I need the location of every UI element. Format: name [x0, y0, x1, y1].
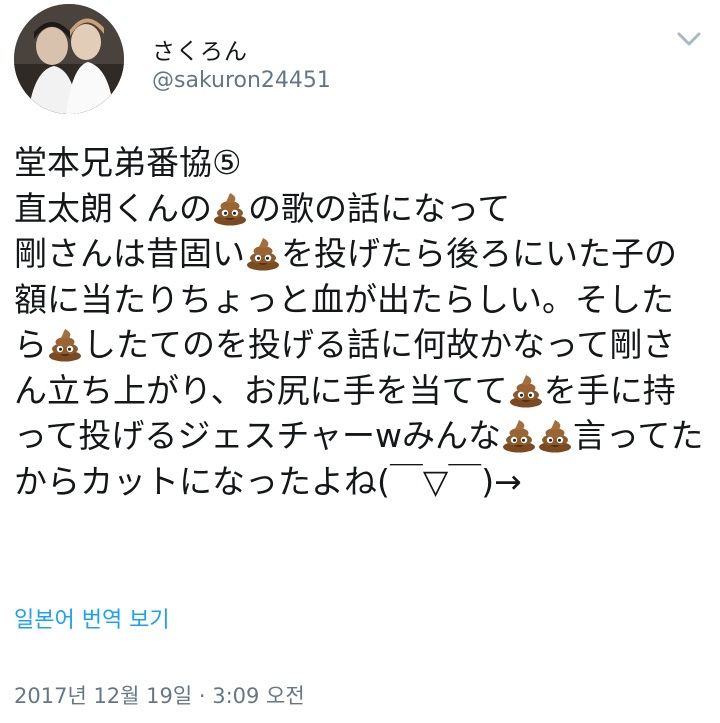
tweet-text: 堂本兄弟番協⑤ 直太朗くんの の歌の話になって 剛さんは昔固い を投げたら後ろにいた…: [14, 140, 704, 504]
tweet-card: さくろん @sakuron24451 堂本兄弟番協⑤ 直太朗くんの の歌の話になっ…: [0, 0, 720, 723]
pile-of-poo-icon: [245, 235, 281, 271]
pile-of-poo-icon: [537, 417, 573, 453]
pile-of-poo-icon: [212, 190, 248, 226]
tweet-text-segment: 堂本兄弟番協⑤ 直太朗くんの: [14, 143, 242, 228]
tweet-timestamp[interactable]: 2017년 12월 19일 · 3:09 오전: [14, 680, 305, 710]
avatar[interactable]: [14, 4, 124, 114]
chevron-down-icon[interactable]: [674, 24, 704, 54]
user-handle[interactable]: @sakuron24451: [152, 68, 331, 93]
user-display-name[interactable]: さくろん: [152, 32, 248, 66]
pile-of-poo-icon: [508, 372, 544, 408]
translate-tweet-link[interactable]: 일본어 번역 보기: [14, 602, 170, 634]
avatar-photo: [14, 4, 124, 114]
tweet-header: さくろん @sakuron24451: [14, 4, 704, 114]
pile-of-poo-icon: [501, 417, 537, 453]
pile-of-poo-icon: [47, 326, 83, 362]
